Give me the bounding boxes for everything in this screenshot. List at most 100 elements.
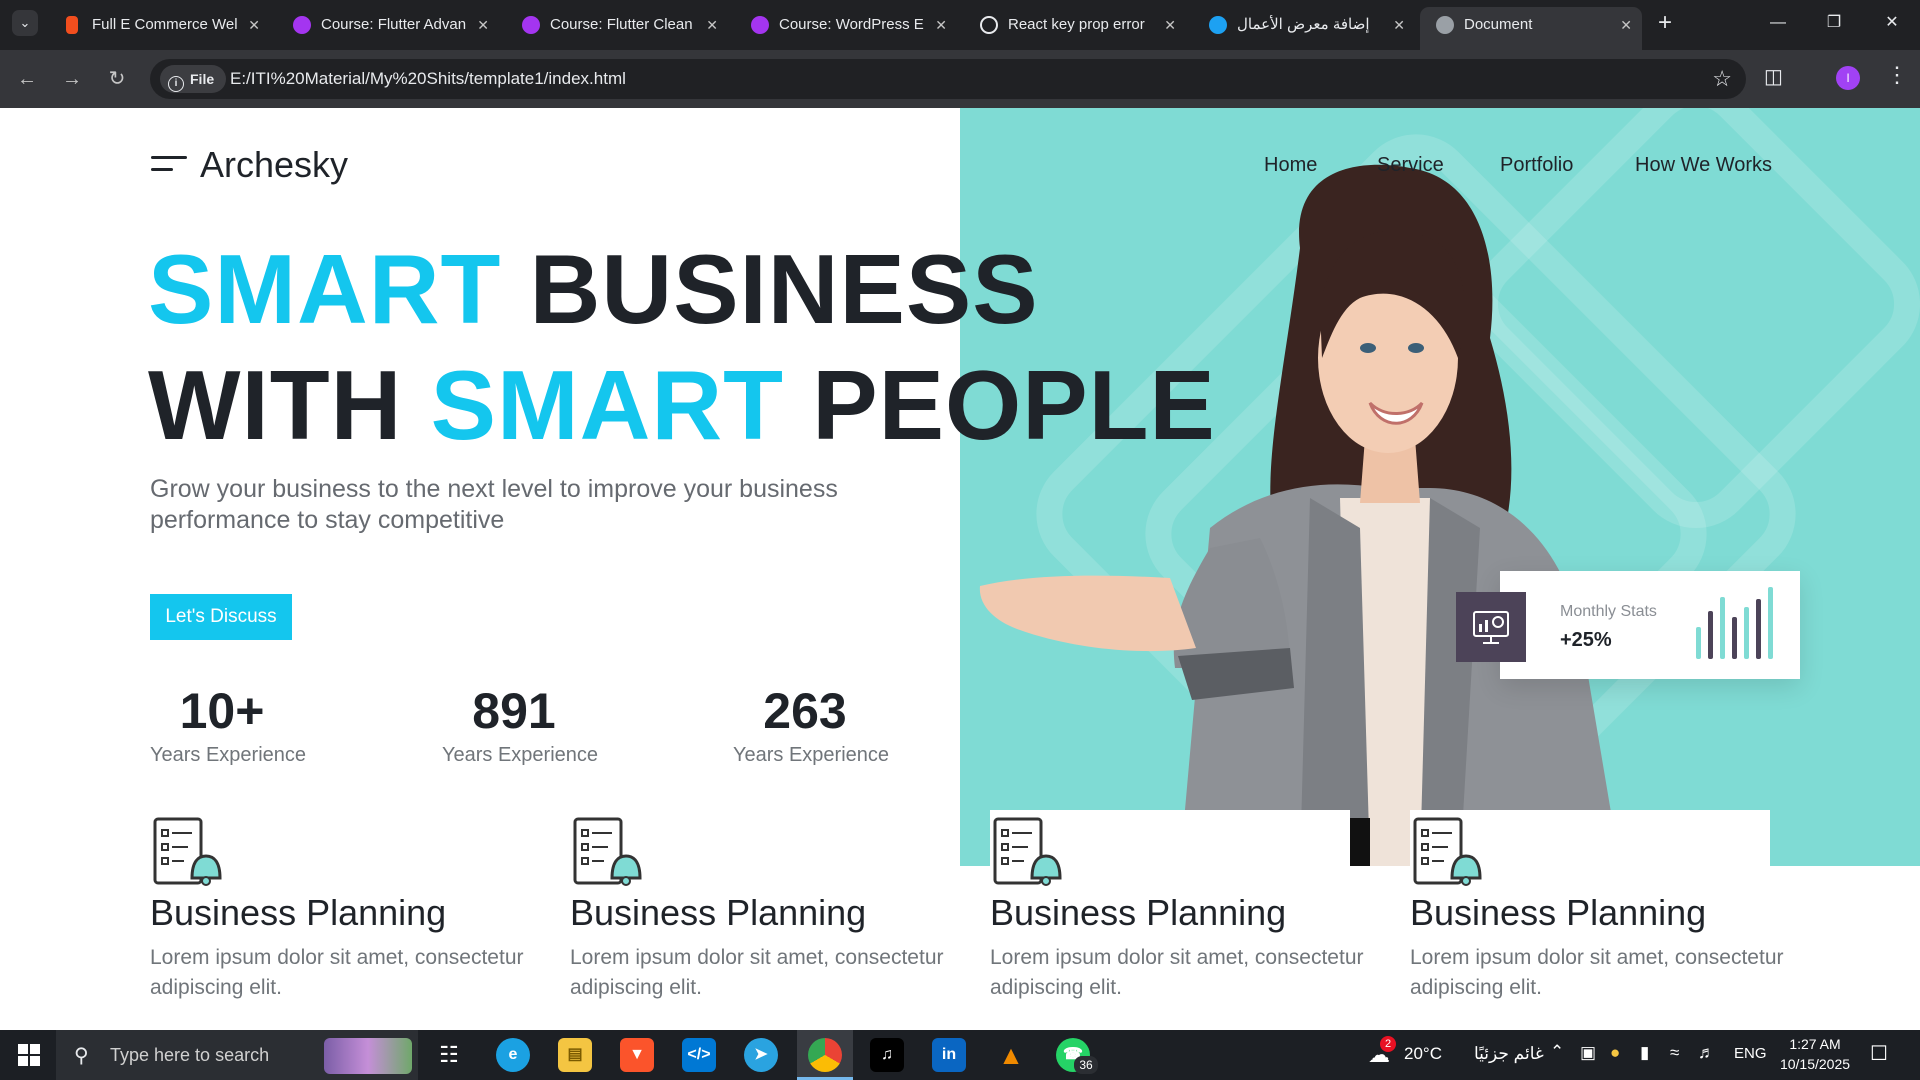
web-page: Archesky Home Service Portfolio How We W…	[0, 108, 1920, 1030]
profile-avatar[interactable]: I	[1836, 66, 1860, 90]
hero-teal-panel	[960, 108, 1920, 866]
close-tab-icon[interactable]: ✕	[935, 7, 947, 43]
stat-value: 10+	[179, 683, 265, 739]
task-view-icon[interactable]: ☷	[432, 1038, 466, 1072]
tab-figma[interactable]: Full E Commerce Wel ✕	[48, 7, 270, 43]
reload-button[interactable]: ↻	[102, 64, 132, 94]
taskbar-search-placeholder: Type here to search	[110, 1045, 270, 1065]
browser-toolbar: ← → ↻ i File E:/ITI%20Material/My%20Shits…	[0, 50, 1920, 108]
service-description: Lorem ipsum dolor sit amet, consectetur …	[1410, 946, 1784, 999]
udemy-icon	[751, 16, 769, 34]
chrome-icon[interactable]	[808, 1038, 842, 1072]
udemy-icon	[522, 16, 540, 34]
tray-status-icon[interactable]: ●	[1610, 1043, 1620, 1063]
stat-value: 891	[472, 683, 556, 739]
volume-icon[interactable]: ♬	[1698, 1043, 1715, 1063]
service-title: Business Planning	[1410, 892, 1707, 933]
site-info-chip[interactable]: i File	[160, 65, 227, 93]
close-tab-icon[interactable]: ✕	[477, 7, 489, 43]
file-explorer-icon[interactable]: ▤	[558, 1038, 592, 1072]
stat-value: 263	[763, 683, 847, 739]
windows-start-icon[interactable]	[18, 1044, 40, 1066]
forward-button[interactable]: →	[57, 64, 87, 94]
tray-app-icon[interactable]: ▣	[1580, 1043, 1596, 1063]
extensions-icon[interactable]: ◫	[1764, 64, 1783, 89]
monitor-analytics-icon	[1456, 592, 1526, 662]
clock-date[interactable]: 10/15/2025	[1770, 1056, 1860, 1072]
back-button[interactable]: ←	[12, 64, 42, 94]
restore-button[interactable]: ❐	[1814, 8, 1854, 38]
close-window-button[interactable]: ✕	[1872, 8, 1912, 38]
tab-title: Document	[1464, 16, 1533, 33]
service-title: Business Planning	[990, 892, 1287, 933]
close-tab-icon[interactable]: ✕	[1164, 7, 1176, 43]
nav-service-link[interactable]: Service	[1377, 154, 1444, 177]
stats-card-title: Monthly Stats	[1560, 603, 1657, 620]
brave-icon[interactable]: ▼	[620, 1038, 654, 1072]
udemy-icon	[293, 16, 311, 34]
vscode-icon[interactable]: </>	[682, 1038, 716, 1072]
whatsapp-unread-badge: 36	[1074, 1056, 1098, 1074]
wifi-icon[interactable]: ≈	[1670, 1043, 1679, 1063]
weather-temperature[interactable]: 20°C	[1404, 1044, 1442, 1064]
tab-title: Full E Commerce Wel	[92, 16, 238, 33]
windows-taskbar: ⚲ Type here to search ☷ e ▤ ▼ </> ➤ ♫ in…	[0, 1030, 1920, 1080]
tab-chatgpt[interactable]: React key prop error ✕	[964, 7, 1186, 43]
close-tab-icon[interactable]: ✕	[1620, 7, 1632, 43]
tab-title: Course: Flutter Advan	[321, 16, 467, 33]
nav-portfolio-link[interactable]: Portfolio	[1500, 154, 1573, 177]
close-tab-icon[interactable]: ✕	[1393, 7, 1405, 43]
tab-udemy-flutter-advanced[interactable]: Course: Flutter Advan ✕	[277, 7, 499, 43]
hero-subtitle: Grow your business to the next level to …	[150, 475, 838, 534]
tab-udemy-wordpress[interactable]: Course: WordPress E ✕	[735, 7, 957, 43]
tiktok-icon[interactable]: ♫	[870, 1038, 904, 1072]
site-logo[interactable]: Archesky	[200, 144, 348, 186]
checklist-bell-icon	[993, 817, 1062, 886]
stat-label: Years Experience	[733, 744, 890, 766]
figma-icon	[66, 16, 78, 34]
logo-mark-icon[interactable]	[151, 154, 187, 174]
tab-title: React key prop error	[1008, 16, 1145, 33]
clock-time[interactable]: 1:27 AM	[1770, 1036, 1860, 1052]
tab-khamsat[interactable]: إضافة معرض الأعمال ✕	[1193, 7, 1415, 43]
tab-document[interactable]: Document ✕	[1420, 7, 1642, 50]
search-icon: ⚲	[74, 1045, 89, 1067]
tab-title: Course: Flutter Clean	[550, 16, 693, 33]
vlc-icon[interactable]: ▲	[994, 1038, 1028, 1072]
stat-label: Years Experience	[150, 744, 307, 766]
address-bar[interactable]: i File E:/ITI%20Material/My%20Shits/templ…	[150, 59, 1746, 99]
monthly-stats-card: Monthly Stats +25%	[1500, 571, 1800, 679]
khamsat-icon	[1209, 16, 1227, 34]
tab-search-button[interactable]: ⌄	[12, 10, 38, 36]
globe-icon	[1436, 16, 1454, 34]
notifications-icon[interactable]: ☐	[1870, 1041, 1888, 1066]
language-indicator[interactable]: ENG	[1734, 1045, 1767, 1062]
chevron-up-icon[interactable]: ⌃	[1550, 1042, 1564, 1062]
stat-label: Years Experience	[442, 744, 599, 766]
close-tab-icon[interactable]: ✕	[248, 7, 260, 43]
bookmark-star-icon[interactable]: ☆	[1712, 59, 1732, 99]
nav-home-link[interactable]: Home	[1264, 154, 1317, 177]
browser-menu-icon[interactable]: ⋮	[1886, 62, 1908, 88]
checklist-bell-icon	[153, 817, 222, 886]
taskbar-search-box[interactable]: ⚲ Type here to search	[56, 1030, 418, 1080]
nav-how-we-works-link[interactable]: How We Works	[1635, 154, 1772, 177]
chatgpt-icon	[980, 16, 998, 34]
telegram-icon[interactable]: ➤	[744, 1038, 778, 1072]
checklist-bell-icon	[1413, 817, 1482, 886]
lets-discuss-button[interactable]: Let's Discuss	[150, 594, 292, 640]
edge-icon[interactable]: e	[496, 1038, 530, 1072]
minimize-button[interactable]: —	[1758, 8, 1798, 38]
hero-headline-line-2: WITH SMART PEOPLE	[148, 350, 1216, 460]
battery-icon[interactable]: ▮	[1640, 1043, 1649, 1063]
linkedin-icon[interactable]: in	[932, 1038, 966, 1072]
search-highlight-image	[324, 1038, 412, 1074]
new-tab-button[interactable]: +	[1650, 8, 1680, 38]
tab-udemy-flutter-clean[interactable]: Course: Flutter Clean ✕	[506, 7, 728, 43]
weather-description[interactable]: غائم جزئيًا	[1474, 1044, 1544, 1064]
checklist-bell-icon	[573, 817, 642, 886]
close-tab-icon[interactable]: ✕	[706, 7, 718, 43]
url-text[interactable]: E:/ITI%20Material/My%20Shits/template1/i…	[230, 59, 626, 99]
tab-title: إضافة معرض الأعمال	[1237, 16, 1370, 33]
service-title: Business Planning	[150, 892, 447, 933]
